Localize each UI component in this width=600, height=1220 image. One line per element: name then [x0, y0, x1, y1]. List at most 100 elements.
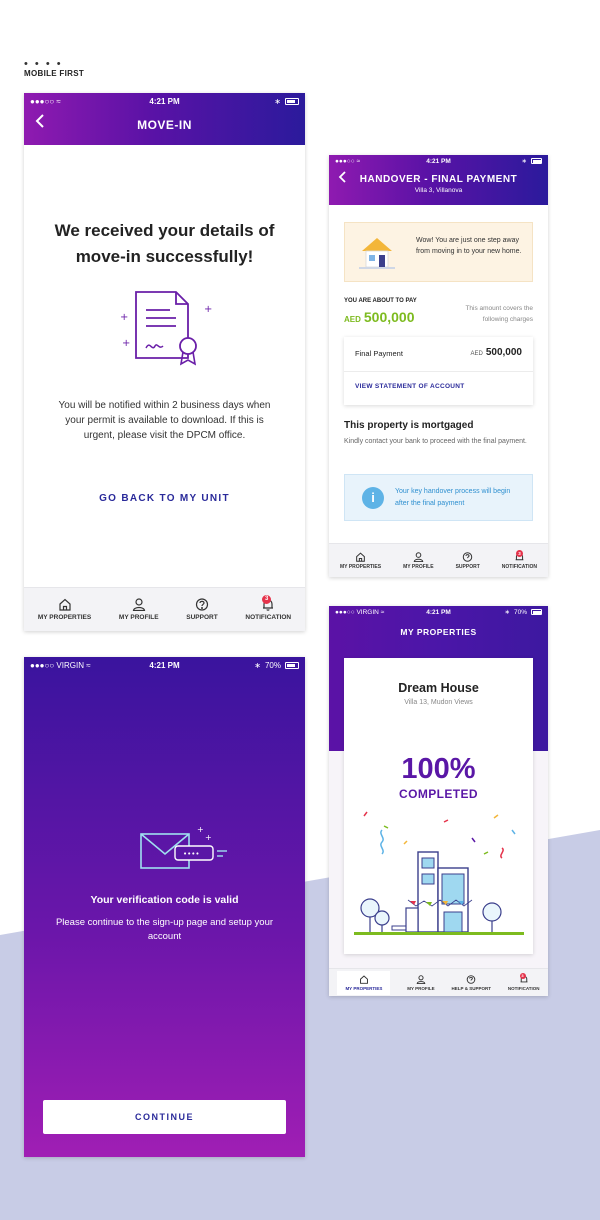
- status-time: 4:21 PM: [426, 157, 451, 165]
- wifi-icon: ≈: [356, 157, 361, 165]
- signal-indicator: ●●●○○ ≈: [335, 157, 361, 165]
- signal-indicator: ●●●○○ VIRGIN ≈: [30, 660, 91, 670]
- tab-label: NOTIFICATION: [501, 563, 537, 570]
- svg-text:+: +: [197, 825, 204, 834]
- tab-label: MY PROFILE: [407, 985, 435, 991]
- success-heading: We received your details of move-in succ…: [54, 221, 275, 266]
- help-icon: [195, 598, 209, 611]
- tab-label: SUPPORT: [455, 563, 480, 570]
- charges-card: Final Payment AED 500,000 VIEW STATEMENT …: [344, 337, 533, 405]
- tab-notification[interactable]: 3 NOTIFICATION: [501, 549, 537, 570]
- user-icon: [416, 974, 426, 984]
- property-location: Villa 13, Mudon Views: [404, 699, 473, 706]
- wifi-icon: ≈: [56, 96, 61, 106]
- status-bar: ●●●○○ ≈ 4:21 PM ∗: [24, 93, 305, 109]
- house-icon: [359, 238, 395, 269]
- code-dots: ••••: [183, 850, 200, 858]
- battery-percent: 70%: [513, 608, 527, 616]
- tab-label: MY PROPERTIES: [37, 614, 92, 621]
- info-banner: i Your key handover process will begin a…: [344, 474, 533, 521]
- tab-bar: MY PROPERTIES MY PROFILE SUPPORT 3 NOTIF…: [329, 543, 548, 577]
- signal-indicator: ●●●○○ ≈: [30, 96, 61, 106]
- house-illustration: [354, 811, 524, 935]
- page-title: HANDOVER - FINAL PAYMENT: [359, 174, 518, 185]
- covers-text: This amount covers the following charges: [465, 305, 533, 323]
- battery-percent: 70%: [264, 660, 281, 670]
- svg-text:+: +: [204, 304, 212, 315]
- status-time: 4:21 PM: [149, 96, 180, 106]
- pay-label: YOU ARE ABOUT TO PAY: [344, 298, 417, 304]
- divider: [344, 371, 533, 372]
- note-text: Wow! You are just one step away from mov…: [416, 237, 522, 255]
- svg-text:+: +: [205, 833, 212, 842]
- tab-label: NOTIFICATION: [245, 614, 292, 621]
- mortgage-text: Kindly contact your bank to proceed with…: [344, 438, 527, 445]
- tab-my-profile[interactable]: MY PROFILE: [407, 974, 435, 991]
- bluetooth-icon: ∗: [504, 609, 510, 616]
- charge-amount: AED 500,000: [471, 347, 523, 358]
- carrier-label: VIRGIN: [56, 660, 84, 670]
- page-title: MY PROPERTIES: [400, 627, 477, 637]
- status-bar: ●●●○○ VIRGIN ≈ 4:21 PM ∗ 70%: [24, 657, 305, 673]
- view-statement-link[interactable]: VIEW STATEMENT OF ACCOUNT: [355, 383, 465, 390]
- battery-icon: [531, 609, 542, 615]
- currency-label: AED: [470, 351, 483, 357]
- status-time: 4:21 PM: [426, 608, 451, 616]
- notification-badge: 3: [519, 972, 526, 979]
- property-name: Dream House: [398, 681, 479, 695]
- svg-text:+: +: [122, 338, 130, 349]
- battery-icon: [285, 661, 299, 669]
- help-icon: [466, 974, 476, 984]
- info-icon: i: [362, 487, 384, 509]
- page-subtitle: Villa 3, Villanova: [414, 187, 463, 194]
- status-bar: ●●●○○ VIRGIN ≈ 4:21 PM ∗ 70%: [329, 606, 548, 618]
- amount-value: 500,000: [363, 309, 415, 325]
- go-back-to-unit-link[interactable]: GO BACK TO MY UNIT: [24, 493, 305, 504]
- handover-screen: ●●●○○ ≈ 4:21 PM ∗ HANDOVER - FINAL PAYME…: [329, 155, 548, 577]
- tab-notification[interactable]: 3 NOTIFICATION: [507, 972, 540, 991]
- tab-label: SUPPORT: [186, 614, 218, 621]
- page-title: MOVE-IN: [137, 118, 192, 132]
- wifi-icon: ≈: [86, 660, 91, 670]
- tab-my-properties[interactable]: MY PROPERTIES: [337, 970, 391, 995]
- move-in-screen: ●●●○○ ≈ 4:21 PM ∗ MOVE-IN We received yo…: [24, 93, 305, 631]
- home-icon: [359, 974, 368, 984]
- currency-label: AED: [344, 315, 361, 324]
- carrier-label: VIRGIN: [356, 608, 379, 616]
- status-bar: ●●●○○ ≈ 4:21 PM ∗: [329, 155, 548, 167]
- mortgage-title: This property is mortgaged: [344, 420, 474, 431]
- svg-text:+: +: [120, 312, 128, 323]
- status-time: 4:21 PM: [149, 660, 180, 670]
- encouragement-note: Wow! You are just one step away from mov…: [344, 222, 533, 282]
- wifi-icon: ≈: [380, 608, 385, 616]
- my-properties-screen: ●●●○○ VIRGIN ≈ 4:21 PM ∗ 70% MY PROPERTIE…: [329, 606, 548, 996]
- continue-button[interactable]: CONTINUE: [43, 1100, 286, 1134]
- tab-my-profile[interactable]: MY PROFILE: [403, 551, 434, 570]
- section-label: MOBILE FIRST: [24, 69, 85, 78]
- tab-notification[interactable]: 3 NOTIFICATION: [245, 595, 292, 621]
- tab-label: MY PROPERTIES: [340, 563, 382, 570]
- notification-text: You will be notified within 2 business d…: [58, 400, 271, 441]
- tab-label: NOTIFICATION: [507, 985, 540, 991]
- tab-label: HELP & SUPPORT: [451, 985, 491, 991]
- tab-label: MY PROFILE: [403, 563, 434, 570]
- charge-value: 500,000: [485, 347, 522, 358]
- signal-indicator: ●●●○○ VIRGIN ≈: [335, 608, 385, 616]
- bluetooth-icon: ∗: [274, 96, 281, 106]
- tab-my-properties[interactable]: MY PROPERTIES: [38, 598, 91, 621]
- property-card[interactable]: Dream House Villa 13, Mudon Views 100% C…: [344, 658, 533, 954]
- bluetooth-icon: ∗: [254, 660, 261, 670]
- tab-support[interactable]: SUPPORT: [186, 598, 218, 621]
- tab-help-support[interactable]: HELP & SUPPORT: [451, 974, 491, 991]
- user-icon: [132, 598, 145, 611]
- email-code-icon: •••• + +: [140, 825, 227, 869]
- tab-bar: MY PROPERTIES MY PROFILE HELP & SUPPORT …: [329, 968, 548, 996]
- certificate-icon: + + +: [120, 291, 212, 366]
- info-text: Your key handover process will begin aft…: [395, 488, 511, 507]
- tab-my-profile[interactable]: MY PROFILE: [119, 598, 159, 621]
- home-icon: [356, 551, 365, 562]
- tab-support[interactable]: SUPPORT: [455, 551, 480, 570]
- tab-my-properties[interactable]: MY PROPERTIES: [340, 551, 382, 570]
- verification-text: Please continue to the sign-up page and …: [55, 917, 274, 942]
- battery-icon: [531, 158, 542, 164]
